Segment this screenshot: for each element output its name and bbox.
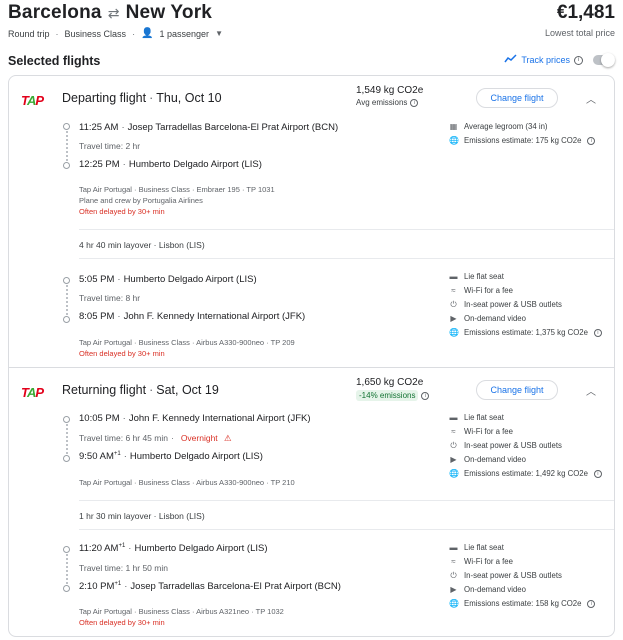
returning-flight-card: TAP Returning flight · Sat, Oct 19 1,650 k… xyxy=(8,367,615,637)
lie-flat-seat-icon: ▬ xyxy=(449,413,458,422)
return-date: Sat, Oct 19 xyxy=(156,383,219,397)
delay-warning: Often delayed by 30+ min xyxy=(79,349,165,358)
track-prices-toggle[interactable] xyxy=(593,53,615,67)
depart-leg1-details: Tap Air Portugal · Business Class · Embr… xyxy=(79,185,275,216)
return-emissions: 1,650 kg CO2e xyxy=(356,377,424,388)
return-layover: 1 hr 30 min layover · Lisbon (LIS) xyxy=(79,500,614,530)
chevron-up-icon[interactable]: ︿ xyxy=(586,91,596,106)
person-icon: 👤 xyxy=(141,28,154,39)
tap-logo-icon: TAP xyxy=(21,385,44,400)
depart-leg2-arrival: 8:05 PM · John F. Kennedy International Ai… xyxy=(79,311,306,322)
depart-leg2-amenities: ▬ Lie flat seat ≈ Wi-Fi for a fee ⏻ In-seat… xyxy=(449,270,602,340)
return-leg1-travel-time: Travel time: 6 hr 45 min · Overnight ⚠ xyxy=(79,433,232,443)
depart-leg1-arrival: 12:25 PM · Humberto Delgado Airport (LIS) xyxy=(79,159,262,170)
power-icon: ⏻ xyxy=(450,441,457,450)
trend-icon xyxy=(504,54,517,66)
origin-city: Barcelona xyxy=(8,2,102,23)
warning-icon: ⚠ xyxy=(224,433,232,443)
info-icon[interactable]: i xyxy=(593,329,602,337)
delay-warning: Often delayed by 30+ min xyxy=(79,207,165,216)
passenger-count[interactable]: 1 passenger xyxy=(160,29,210,39)
emissions-badge: -14% emissions xyxy=(356,390,419,401)
return-leg2-details: Tap Air Portugal · Business Class · Airb… xyxy=(79,607,284,627)
globe-icon: 🌐 xyxy=(449,599,459,608)
info-icon[interactable]: i xyxy=(421,391,430,400)
info-icon[interactable]: i xyxy=(574,55,583,65)
return-leg2-departure: 11:20 AM+1 · Humberto Delgado Airport (LIS… xyxy=(79,543,268,555)
timeline xyxy=(63,416,71,466)
globe-icon: 🌐 xyxy=(449,469,459,478)
departing-flight-card: TAP Departing flight · Thu, Oct 10 1,549 k… xyxy=(8,75,615,368)
video-icon: ▶ xyxy=(450,585,457,594)
globe-icon: 🌐 xyxy=(449,328,459,337)
wifi-icon: ≈ xyxy=(451,427,456,436)
timeline xyxy=(63,546,71,596)
depart-emissions: 1,549 kg CO2e xyxy=(356,85,424,96)
cabin-class[interactable]: Business Class xyxy=(65,29,127,39)
lie-flat-seat-icon: ▬ xyxy=(449,543,458,552)
info-icon[interactable]: i xyxy=(410,98,419,107)
change-departing-button[interactable]: Change flight xyxy=(476,88,558,108)
return-emissions-sub: -14% emissions i xyxy=(356,390,430,401)
depart-leg2-travel-time: Travel time: 8 hr xyxy=(79,293,141,303)
return-leg1-departure: 10:05 PM · John F. Kennedy International A… xyxy=(79,413,311,424)
return-leg2-travel-time: Travel time: 1 hr 50 min xyxy=(79,563,168,573)
depart-leg2-details: Tap Air Portugal · Business Class · Airb… xyxy=(79,338,295,358)
video-icon: ▶ xyxy=(450,314,457,323)
trip-options: Round trip · Business Class · 👤 1 passen… xyxy=(8,28,223,39)
depart-leg2-departure: 5:05 PM · Humberto Delgado Airport (LIS) xyxy=(79,274,257,285)
seat-icon: ▦ xyxy=(449,122,458,131)
track-prices-label[interactable]: Track prices xyxy=(521,55,570,65)
departing-title: Departing flight · Thu, Oct 10 xyxy=(62,91,222,105)
depart-emissions-sub: Avg emissions i xyxy=(356,98,419,107)
info-icon[interactable]: i xyxy=(593,470,602,478)
trip-header: Barcelona ⇄ New York €1,481 Round trip ·… xyxy=(8,0,615,44)
power-icon: ⏻ xyxy=(450,300,457,309)
lowest-price-label: Lowest total price xyxy=(544,28,615,38)
lie-flat-seat-icon: ▬ xyxy=(449,272,458,281)
delay-warning: Often delayed by 30+ min xyxy=(79,618,165,627)
timeline xyxy=(63,277,71,327)
destination-city: New York xyxy=(125,2,213,23)
caret-down-icon[interactable]: ▼ xyxy=(215,29,223,38)
depart-leg1-travel-time: Travel time: 2 hr xyxy=(79,141,141,151)
depart-date: Thu, Oct 10 xyxy=(156,91,222,105)
timeline xyxy=(63,123,71,173)
globe-icon: 🌐 xyxy=(449,136,459,145)
power-icon: ⏻ xyxy=(450,571,457,580)
returning-title: Returning flight · Sat, Oct 19 xyxy=(62,383,219,397)
return-leg1-amenities: ▬ Lie flat seat ≈ Wi-Fi for a fee ⏻ In-seat… xyxy=(449,411,602,481)
return-leg2-amenities: ▬ Lie flat seat ≈ Wi-Fi for a fee ⏻ In-seat… xyxy=(449,541,596,611)
depart-layover: 4 hr 40 min layover · Lisbon (LIS) xyxy=(79,229,614,259)
total-price: €1,481 xyxy=(556,2,615,23)
selected-flights-title: Selected flights xyxy=(8,54,101,68)
wifi-icon: ≈ xyxy=(451,557,456,566)
return-leg1-details: Tap Air Portugal · Business Class · Airb… xyxy=(79,478,295,487)
info-icon[interactable]: i xyxy=(587,137,596,145)
info-icon[interactable]: i xyxy=(587,600,596,608)
overnight-warning: Overnight xyxy=(180,433,218,443)
route-title: Barcelona ⇄ New York xyxy=(8,2,212,24)
change-returning-button[interactable]: Change flight xyxy=(476,380,558,400)
return-leg2-arrival: 2:10 PM+1 · Josep Tarradellas Barcelona-El… xyxy=(79,581,341,593)
track-prices[interactable]: Track prices i xyxy=(504,53,615,67)
tap-logo-icon: TAP xyxy=(21,93,44,108)
video-icon: ▶ xyxy=(450,455,457,464)
swap-icon[interactable]: ⇄ xyxy=(108,5,120,22)
chevron-up-icon[interactable]: ︿ xyxy=(586,383,596,398)
return-leg1-arrival: 9:50 AM+1 · Humberto Delgado Airport (LIS) xyxy=(79,451,263,463)
trip-type[interactable]: Round trip xyxy=(8,29,50,39)
depart-leg1-departure: 11:25 AM · Josep Tarradellas Barcelona-El … xyxy=(79,122,339,133)
wifi-icon: ≈ xyxy=(451,286,456,295)
depart-leg1-amenities: ▦ Average legroom (34 in) 🌐 Emissions esti… xyxy=(449,120,596,148)
